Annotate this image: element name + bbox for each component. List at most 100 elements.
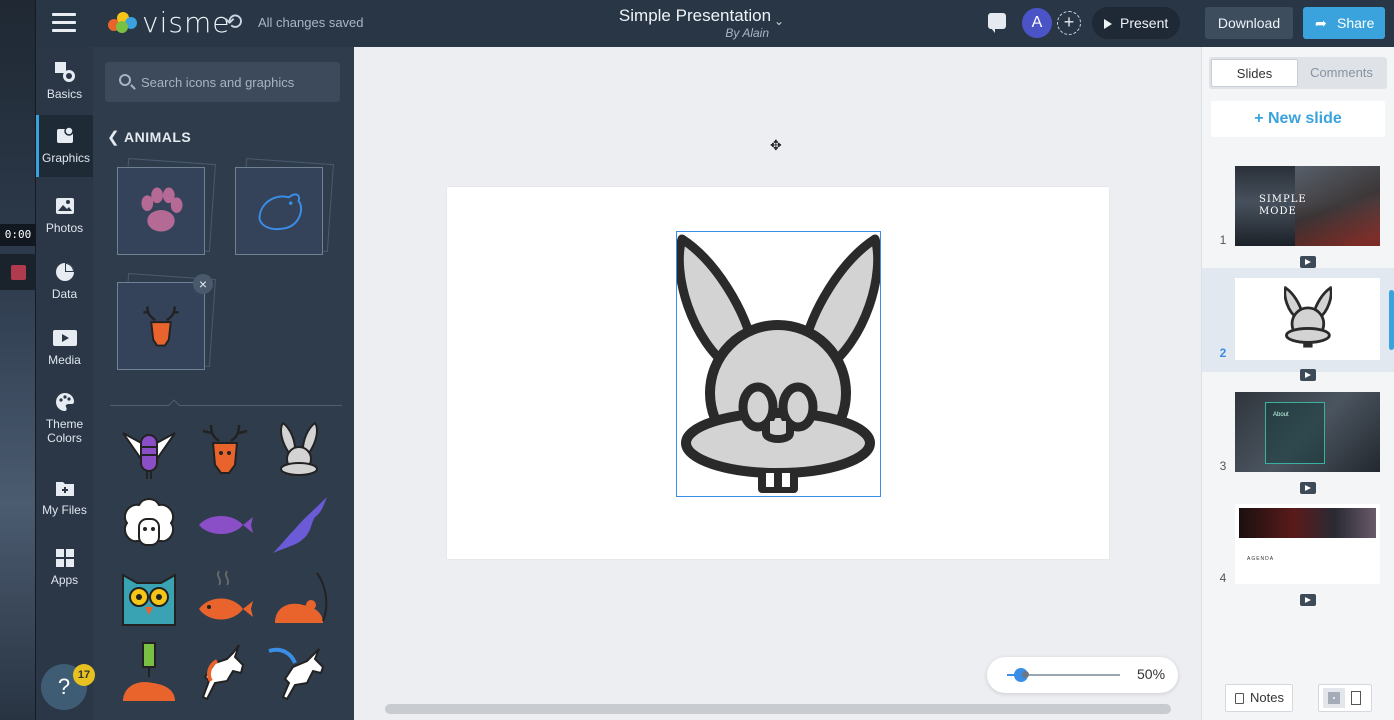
rail-item-my-files[interactable]: My Files <box>36 469 93 527</box>
add-collaborator-icon[interactable]: + <box>1057 11 1081 35</box>
pegasus-icon[interactable] <box>267 641 331 705</box>
sheep-icon[interactable] <box>117 493 181 557</box>
plus-icon: + <box>1254 110 1268 127</box>
transition-icon[interactable] <box>1300 482 1316 494</box>
rail-label: Graphics <box>41 151 91 165</box>
present-button[interactable]: Present <box>1092 7 1180 39</box>
media-icon <box>52 330 77 346</box>
slide-title: About <box>1273 412 1289 418</box>
record-icon <box>11 265 26 280</box>
notes-button[interactable]: Notes <box>1225 684 1293 712</box>
collection-bird[interactable] <box>235 158 334 255</box>
tab-comments[interactable]: Comments <box>1298 59 1385 87</box>
category-title[interactable]: ANIMALS <box>124 129 191 145</box>
slide-number: 4 <box>1219 571 1227 585</box>
share-button[interactable]: ➦ Share <box>1303 7 1385 39</box>
palette-icon <box>55 392 74 411</box>
document-author: By Alain <box>725 26 769 40</box>
donkey-thumbnail-icon <box>1284 286 1332 348</box>
view-toggle <box>1318 684 1372 712</box>
slide-subtitle: MODE <box>1259 206 1297 217</box>
new-slide-button[interactable]: + New slide <box>1211 101 1385 137</box>
share-icon: ➦ <box>1315 15 1327 31</box>
search-icon <box>119 74 131 86</box>
avatar[interactable]: A <box>1022 8 1052 38</box>
slide-thumbnail-row-3[interactable]: 3 About <box>1202 387 1394 494</box>
undo-icon[interactable]: ⟲ <box>224 11 246 33</box>
slide-number: 1 <box>1219 233 1227 247</box>
rail-label: Photos <box>45 221 84 235</box>
rail-label: Theme Colors <box>45 417 84 445</box>
slide-number: 2 <box>1219 346 1227 360</box>
close-icon[interactable]: × <box>193 274 213 294</box>
unicorn-icon[interactable] <box>193 641 257 705</box>
search-input[interactable] <box>141 62 331 102</box>
bee-icon[interactable] <box>117 419 181 483</box>
slide-thumbnail[interactable] <box>1235 278 1380 360</box>
graphics-icon <box>57 126 74 143</box>
rail-item-theme-colors[interactable]: Theme Colors <box>36 383 93 453</box>
visme-logo[interactable]: visme <box>108 5 231 39</box>
logo-mark-icon <box>108 11 138 33</box>
recording-timer: 0:00 <box>0 224 36 246</box>
chevron-left-icon[interactable]: ❮ <box>107 128 120 146</box>
download-button[interactable]: Download <box>1205 7 1293 39</box>
rail-label: Apps <box>50 573 79 587</box>
slide-thumbnail-row-4[interactable]: 4 AGENDA <box>1202 499 1394 606</box>
zoom-control[interactable]: 50% <box>987 657 1178 693</box>
comment-icon[interactable] <box>988 13 1006 33</box>
paw-icon <box>141 187 183 232</box>
grid-view-icon[interactable] <box>1323 688 1345 708</box>
owl-icon[interactable] <box>117 567 181 631</box>
donkey-icon[interactable] <box>267 419 331 483</box>
slide-title: SIMPLE <box>1259 194 1307 205</box>
share-label: Share <box>1337 15 1375 31</box>
transition-icon[interactable] <box>1300 256 1316 268</box>
transition-icon[interactable] <box>1300 594 1316 606</box>
list-view-icon[interactable] <box>1351 691 1361 705</box>
record-button[interactable] <box>0 254 36 290</box>
transition-icon[interactable] <box>1300 369 1316 381</box>
mouse-icon[interactable] <box>267 567 331 631</box>
slide-thumbnail[interactable]: AGENDA <box>1235 504 1380 584</box>
rail-label: My Files <box>42 503 87 517</box>
collection-paw[interactable] <box>117 158 216 255</box>
folder-icon <box>55 482 74 496</box>
rail-item-basics[interactable]: Basics <box>36 53 93 113</box>
mouse-trap-icon[interactable] <box>117 641 181 705</box>
deer-head-icon[interactable] <box>193 419 257 483</box>
search-box[interactable] <box>105 62 340 102</box>
rail-item-photos[interactable]: Photos <box>36 187 93 245</box>
bat-icon[interactable] <box>267 493 331 557</box>
present-label: Present <box>1120 15 1169 31</box>
apps-icon <box>55 549 74 567</box>
chevron-down-icon[interactable]: ⌄ <box>774 14 784 28</box>
document-title[interactable]: Simple Presentation <box>600 6 790 26</box>
slide-thumbnail-row-2[interactable]: 2 <box>1202 268 1394 381</box>
section-divider <box>110 405 342 406</box>
move-cursor-icon: ✥ <box>770 137 782 153</box>
slides-scrollbar[interactable] <box>1389 290 1394 350</box>
zoom-level[interactable]: 50% <box>1137 666 1165 682</box>
rail-item-media[interactable]: Media <box>36 319 93 377</box>
cooked-fish-icon[interactable] <box>193 567 257 631</box>
panel-tabs: Slides Comments <box>1209 57 1387 89</box>
slide-thumbnail[interactable]: SIMPLE MODE <box>1235 166 1380 246</box>
tab-slides[interactable]: Slides <box>1211 59 1298 87</box>
rail-label: Basics <box>46 87 83 101</box>
slide-thumbnail-row-1[interactable]: 1 SIMPLE MODE <box>1202 161 1394 268</box>
shapes-icon <box>54 62 75 82</box>
fish-icon[interactable] <box>193 493 257 557</box>
selection-box[interactable] <box>676 231 881 497</box>
notes-icon <box>1235 693 1244 704</box>
collection-deer[interactable]: × <box>117 273 216 370</box>
logo-text: visme <box>142 5 231 39</box>
left-edge-strip <box>0 0 36 720</box>
slide-thumbnail[interactable]: About <box>1235 392 1380 472</box>
horizontal-scrollbar[interactable] <box>385 704 1171 714</box>
menu-icon[interactable] <box>52 13 76 33</box>
rail-item-graphics[interactable]: Graphics <box>36 115 93 177</box>
rail-item-data[interactable]: Data <box>36 253 93 311</box>
rail-item-apps[interactable]: Apps <box>36 539 93 595</box>
slide-title: AGENDA <box>1247 556 1275 562</box>
